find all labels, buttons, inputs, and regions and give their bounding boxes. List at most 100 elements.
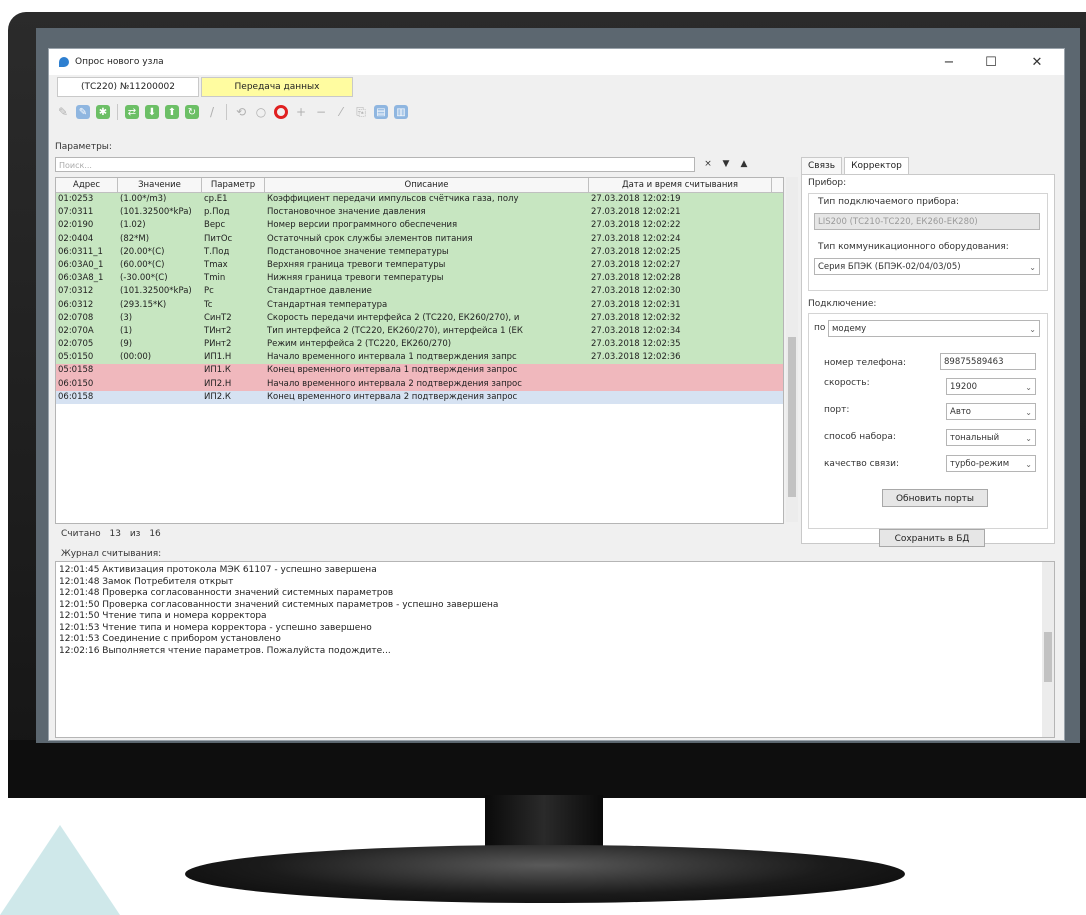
cell-datetime: 27.03.2018 12:02:21	[591, 207, 681, 218]
comm-type-select[interactable]: Серия БПЭК (БПЭК-02/04/03/05) ⌄	[814, 258, 1040, 275]
table-row[interactable]: 06:03A0_1 (60.00*(C) Tmax Верхняя граница т…	[56, 258, 783, 273]
cell-parameter: Tmax	[204, 259, 228, 270]
search-next-button[interactable]: ▼	[719, 157, 733, 172]
table-row[interactable]: 07:0312 (101.32500*kPa) Pc Стандартное давл…	[56, 285, 783, 299]
report-icon[interactable]: ▤	[374, 105, 388, 119]
table-scrollbar[interactable]	[786, 177, 798, 522]
port-select[interactable]: Авто ⌄	[946, 403, 1036, 420]
cell-description: Нижняя граница тревоги температуры	[267, 273, 444, 284]
cell-description: Конец временного интервала 2 подтвержден…	[267, 391, 518, 402]
read-icon[interactable]: ⬇	[145, 105, 159, 119]
table-row[interactable]: 01:0253 (1.00*/m3) cp.E1 Коэффициент переда…	[56, 193, 783, 207]
connection-method-select[interactable]: модему ⌄	[828, 320, 1040, 337]
table-row[interactable]: 06:0158 ИП2.К Конец временного интервала 2…	[56, 390, 783, 404]
journal-log: 12:01:45 Активизация протокола МЭК 61107…	[55, 561, 1055, 738]
tab-data-transfer[interactable]: Передача данных	[201, 77, 353, 97]
port-label: порт:	[824, 405, 850, 415]
add-icon[interactable]: +	[294, 105, 308, 119]
export-icon[interactable]: ⎘	[354, 105, 368, 119]
table-row[interactable]: 06:0150 ИП2.Н Начало временного интервала …	[56, 377, 783, 391]
pencil-gray-icon[interactable]: ✎	[56, 105, 70, 119]
cell-value	[118, 391, 202, 404]
cell-address: 02:0190	[58, 220, 94, 231]
journal-line: 12:02:16 Выполняется чтение параметров. …	[59, 645, 391, 656]
cell-parameter: Tmin	[204, 273, 226, 284]
speed-select[interactable]: 19200 ⌄	[946, 378, 1036, 395]
table-row[interactable]: 06:03A8_1 (-30.00*(C) Tmin Нижняя граница т…	[56, 272, 783, 286]
tab-connection[interactable]: Связь	[801, 157, 843, 175]
device-type-select[interactable]: LIS200 (ТС210-ТС220, ЕК260-ЕК280)	[814, 213, 1040, 230]
gear-icon[interactable]: ✱	[96, 105, 110, 119]
cell-address: 06:03A8_1	[58, 273, 104, 284]
cell-address: 02:0404	[58, 233, 94, 244]
tab-device[interactable]: (ТС220) №11200002	[57, 77, 199, 97]
col-datetime[interactable]: Дата и время считывания	[589, 178, 772, 192]
table-row[interactable]: 02:070A (1) ТИнт2 Тип интерфейса 2 (ТС220, …	[56, 324, 783, 339]
table-row[interactable]: 07:0311 (101.32500*kPa) p.Под Постановочное…	[56, 206, 783, 220]
quality-select[interactable]: турбо-режим ⌄	[946, 455, 1036, 472]
refresh-ports-button[interactable]: Обновить порты	[882, 489, 988, 507]
col-description[interactable]: Описание	[265, 178, 589, 192]
maximize-button[interactable]: ☐	[971, 49, 1011, 75]
chevron-down-icon: ⌄	[1025, 383, 1032, 392]
journal-scrollbar[interactable]	[1042, 562, 1054, 737]
col-address[interactable]: Адрес	[56, 178, 118, 192]
cell-description: Скорость передачи интерфейса 2 (ТС220, Е…	[267, 312, 520, 323]
cell-address: 02:070A	[58, 325, 94, 336]
remove-icon[interactable]: −	[314, 105, 328, 119]
cell-datetime	[589, 378, 772, 391]
print-icon[interactable]: ▥	[394, 105, 408, 119]
table-row[interactable]: 06:0311_1 (20.00*(C) Т.Под Подстановочное з…	[56, 245, 783, 259]
cell-parameter: p.Под	[204, 207, 230, 218]
cell-parameter: ТИнт2	[204, 325, 232, 336]
table-row[interactable]: 06:0312 (293.15*K) Tc Стандартная температу…	[56, 298, 783, 312]
table-row[interactable]: 02:0708 (3) СинТ2 Скорость передачи интерфе…	[56, 311, 783, 325]
col-value[interactable]: Значение	[118, 178, 202, 192]
col-parameter[interactable]: Параметр	[202, 178, 265, 192]
scroll-thumb[interactable]	[788, 337, 796, 497]
pencil-blue-icon[interactable]: ✎	[76, 105, 90, 119]
search-prev-button[interactable]: ▲	[737, 157, 751, 172]
cell-datetime: 27.03.2018 12:02:28	[591, 273, 681, 284]
cell-address: 07:0312	[58, 286, 94, 297]
cell-datetime: 27.03.2018 12:02:32	[591, 312, 681, 323]
params-label: Параметры:	[55, 142, 112, 152]
window-title: Опрос нового узла	[75, 57, 164, 67]
dial-select[interactable]: тональный ⌄	[946, 429, 1036, 446]
edit-icon[interactable]: ⁄	[334, 105, 348, 119]
cell-parameter: ПитОс	[204, 233, 233, 244]
tab-corrector[interactable]: Корректор	[844, 157, 909, 175]
search-clear-button[interactable]: ×	[701, 157, 715, 172]
table-row[interactable]: 05:0158 ИП1.К Конец временного интервала 1…	[56, 364, 783, 378]
title-bar: Опрос нового узла − ☐ ✕	[49, 49, 1064, 75]
cell-datetime: 27.03.2018 12:02:22	[591, 220, 681, 231]
close-button[interactable]: ✕	[1017, 49, 1057, 75]
minimize-button[interactable]: −	[929, 49, 969, 75]
write-icon[interactable]: ⬆	[165, 105, 179, 119]
phone-input[interactable]: 89875589463	[940, 353, 1036, 370]
table-body: 01:0253 (1.00*/m3) cp.E1 Коэффициент переда…	[56, 193, 783, 404]
cell-description: Начало временного интервала 1 подтвержде…	[267, 352, 517, 363]
cell-datetime: 27.03.2018 12:02:30	[591, 286, 681, 297]
cell-value: (293.15*K)	[120, 299, 167, 310]
save-db-button[interactable]: Сохранить в БД	[879, 529, 985, 547]
phone-label: номер телефона:	[824, 358, 906, 368]
connect-icon[interactable]: ⇄	[125, 105, 139, 119]
disabled-icon[interactable]: /	[205, 105, 219, 119]
table-row[interactable]: 05:0150 (00:00) ИП1.Н Начало временного инт…	[56, 351, 783, 365]
cell-description: Стандартная температура	[267, 299, 388, 310]
table-row[interactable]: 02:0190 (1.02) Верс Номер версии программно…	[56, 219, 783, 233]
refresh-icon[interactable]: ↻	[185, 105, 199, 119]
table-row[interactable]: 02:0705 (9) РИнт2 Режим интерфейса 2 (ТС220…	[56, 338, 783, 352]
cell-description: Режим интерфейса 2 (ТС220, ЕК260/270)	[267, 339, 452, 350]
table-row[interactable]: 02:0404 (82*M) ПитОс Остаточный срок службы…	[56, 232, 783, 246]
undo-icon[interactable]: ⟲	[234, 105, 248, 119]
cell-description: Коэффициент передачи импульсов счётчика …	[267, 194, 519, 204]
search-input[interactable]: Поиск...	[55, 157, 695, 172]
cell-parameter: Т.Под	[204, 246, 230, 257]
scroll-thumb[interactable]	[1044, 632, 1052, 682]
document-tabs: (ТС220) №11200002 Передача данных	[57, 77, 355, 97]
pause-icon[interactable]: ○	[254, 105, 268, 119]
journal-line: 12:01:45 Активизация протокола МЭК 61107…	[59, 565, 377, 575]
stop-icon[interactable]	[274, 105, 288, 119]
